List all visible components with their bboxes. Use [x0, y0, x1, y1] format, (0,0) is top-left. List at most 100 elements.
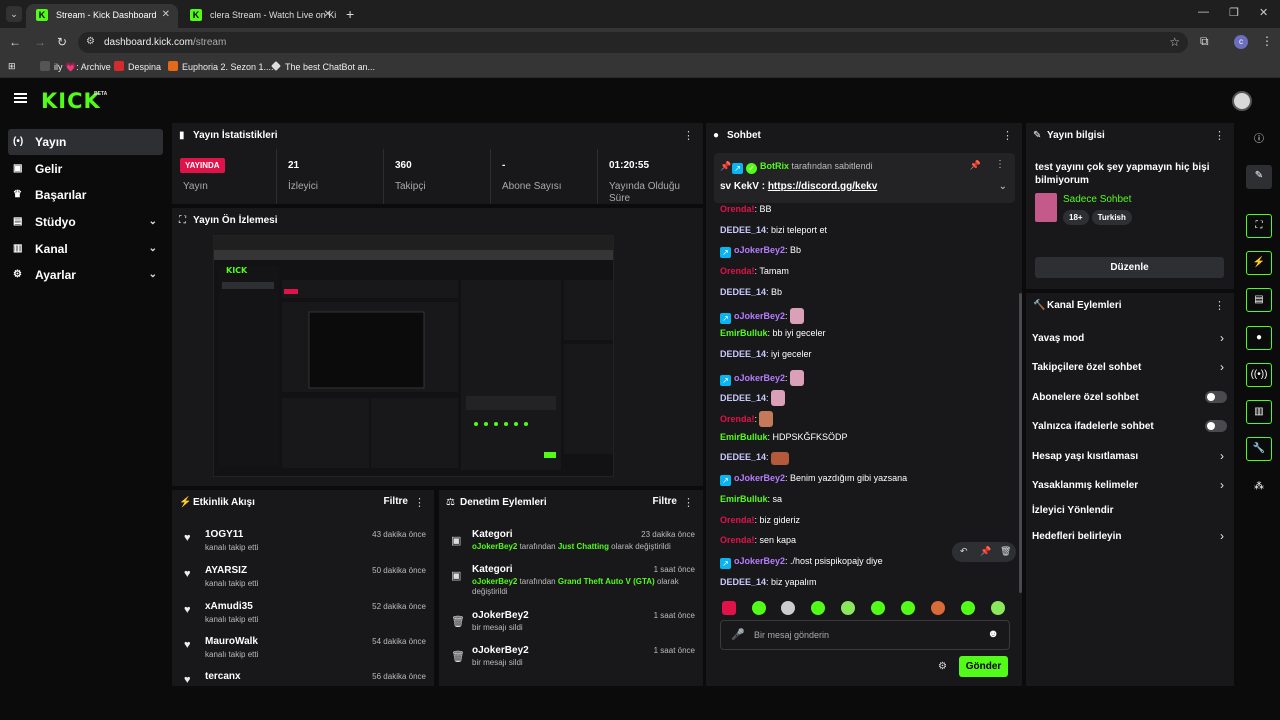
action-set-goals[interactable]: Hedefleri belirleyin ›	[1026, 525, 1234, 551]
pin-icon[interactable]: 📌	[980, 546, 991, 557]
pinned-link[interactable]: https://discord.gg/kekv	[768, 181, 877, 192]
apps-tool-icon[interactable]: ⁂	[1246, 476, 1272, 500]
bookmark-chatbot[interactable]: The best ChatBot an...	[271, 61, 375, 72]
category-link[interactable]: Sadece Sohbet	[1063, 194, 1131, 205]
chat-username[interactable]: DEDEE_14	[720, 452, 766, 462]
emote-icon[interactable]	[722, 601, 736, 615]
chat-username[interactable]: DEDEE_14	[720, 393, 766, 403]
activity-filter-button[interactable]: Filtre	[384, 496, 408, 507]
apps-grid-icon[interactable]: ⊞	[8, 61, 16, 72]
kick-logo[interactable]: KICK	[41, 89, 101, 113]
preview-tool-icon[interactable]: ⛶	[1246, 214, 1272, 238]
action-followers-only[interactable]: Takipçilere özel sohbet ›	[1026, 356, 1234, 382]
bookmark-star-icon[interactable]: ☆	[1169, 35, 1180, 49]
action-slow-mode[interactable]: Yavaş mod ›	[1026, 327, 1234, 353]
wrench-tool-icon[interactable]: 🔧	[1246, 437, 1272, 461]
info-icon[interactable]: ⓘ	[1246, 129, 1272, 153]
reload-icon[interactable]: ↻	[57, 35, 67, 49]
emoji-icon[interactable]: ☻	[987, 628, 999, 640]
chat-message[interactable]: EmirBulluk: bb iyi geceler	[720, 328, 826, 338]
subscribers-only-toggle[interactable]	[1205, 391, 1227, 403]
chat-username[interactable]: DEDEE_14	[720, 349, 766, 359]
action-host-viewers[interactable]: İzleyici Yönlendir	[1026, 499, 1234, 525]
microphone-icon[interactable]: 🎤	[731, 628, 745, 641]
action-account-age[interactable]: Hesap yaşı kısıtlaması ›	[1026, 445, 1234, 471]
close-window-icon[interactable]: ✕	[1259, 6, 1268, 19]
chat-message[interactable]: ↗ oJokerBey2: Benim yazdığım gibi yazsana	[720, 473, 907, 487]
chat-username[interactable]: EmirBulluk	[720, 328, 768, 338]
chat-settings-gear-icon[interactable]: ⚙	[938, 661, 947, 672]
chat-username[interactable]: DEDEE_14	[720, 225, 766, 235]
url-input[interactable]: ⚙ dashboard.kick.com/stream ☆	[78, 32, 1188, 53]
bookmark-despina[interactable]: Despina	[114, 61, 161, 72]
chat-tool-icon[interactable]: ●	[1246, 326, 1272, 350]
send-button[interactable]: Gönder	[959, 656, 1008, 677]
chat-scrollbar[interactable]	[1019, 293, 1022, 593]
chat-username[interactable]: EmirBulluk	[720, 432, 768, 442]
chat-username[interactable]: oJokerBey2	[734, 373, 785, 383]
activity-tool-icon[interactable]: ⚡	[1246, 251, 1272, 275]
unpin-icon[interactable]: 📌	[970, 160, 981, 171]
chat-message[interactable]: ↗ oJokerBey2:	[720, 369, 804, 386]
action-banned-words[interactable]: Yasaklanmış kelimeler ›	[1026, 474, 1234, 500]
browser-tab-dashboard[interactable]: K Stream - Kick Dashboard ✕	[26, 4, 178, 28]
more-options-icon[interactable]: ⋮	[1214, 299, 1225, 312]
notes-tool-icon[interactable]: ▤	[1246, 288, 1272, 312]
browser-tab-watch[interactable]: K clera Stream - Watch Live on Ki ✕	[180, 4, 340, 28]
site-info-icon[interactable]: ⚙	[86, 36, 95, 47]
more-options-icon[interactable]: ⋮	[683, 496, 694, 509]
chat-message[interactable]: EmirBulluk: HDPSKĞFKSÖDP	[720, 432, 848, 442]
close-tab-icon[interactable]: ✕	[324, 4, 332, 26]
extensions-icon[interactable]: ⧉	[1200, 34, 1209, 49]
emote-icon[interactable]	[901, 601, 915, 615]
layout-tool-icon[interactable]: ▥	[1246, 400, 1272, 424]
sidebar-item-studyo[interactable]: ▤ Stüdyo ⌄	[8, 209, 163, 235]
moderation-filter-button[interactable]: Filtre	[653, 496, 677, 507]
minimize-icon[interactable]: —	[1198, 6, 1209, 18]
chat-message[interactable]: DEDEE_14: biz yapalım	[720, 577, 817, 587]
emote-icon[interactable]	[781, 601, 795, 615]
chat-username[interactable]: oJokerBey2	[734, 473, 785, 483]
hamburger-menu-icon[interactable]	[14, 93, 27, 103]
emote-icon[interactable]	[991, 601, 1005, 615]
chat-message[interactable]: DEDEE_14: Bb	[720, 287, 782, 297]
chat-username[interactable]: oJokerBey2	[734, 556, 785, 566]
sidebar-item-basarilar[interactable]: ♛ Başarılar	[8, 182, 163, 208]
sidebar-item-gelir[interactable]: ▣ Gelir	[8, 156, 163, 182]
chat-message[interactable]: Orenda!:	[720, 411, 774, 427]
maximize-icon[interactable]: ❐	[1229, 6, 1239, 19]
chat-username[interactable]: Orenda!	[720, 266, 755, 276]
forward-icon[interactable]: →	[34, 35, 46, 49]
chat-username[interactable]: Orenda!	[720, 204, 755, 214]
emotes-only-toggle[interactable]	[1205, 420, 1227, 432]
user-avatar[interactable]	[1232, 91, 1252, 111]
broadcast-tool-icon[interactable]: ((•))	[1246, 363, 1272, 387]
emote-icon[interactable]	[871, 601, 885, 615]
emote-icon[interactable]	[752, 601, 766, 615]
reply-icon[interactable]: ↶	[960, 546, 968, 557]
chat-username[interactable]: DEDEE_14	[720, 577, 766, 587]
chat-message[interactable]: DEDEE_14:	[720, 452, 789, 466]
chat-username[interactable]: oJokerBey2	[734, 311, 785, 321]
emote-icon[interactable]	[931, 601, 945, 615]
chat-input[interactable]: 🎤 Bir mesaj gönderin ☻	[720, 620, 1010, 650]
chat-username[interactable]: EmirBulluk	[720, 494, 768, 504]
sidebar-item-kanal[interactable]: ▥ Kanal ⌄	[8, 236, 163, 262]
browser-menu-icon[interactable]: ⋮	[1261, 34, 1273, 48]
more-options-icon[interactable]: ⋮	[1214, 129, 1225, 142]
chat-username[interactable]: Orenda!	[720, 535, 755, 545]
edit-info-icon[interactable]: ✎	[1246, 165, 1272, 189]
more-options-icon[interactable]: ⋮	[1002, 129, 1013, 142]
chat-message[interactable]: DEDEE_14:	[720, 390, 785, 407]
edit-button[interactable]: Düzenle	[1035, 257, 1224, 278]
sidebar-item-yayin[interactable]: (•) Yayın	[8, 129, 163, 155]
emote-icon[interactable]	[961, 601, 975, 615]
emote-icon[interactable]	[841, 601, 855, 615]
chat-message[interactable]: DEDEE_14: bizi teleport et	[720, 225, 827, 235]
bookmark-euphoria[interactable]: Euphoria 2. Sezon 1....	[168, 61, 274, 72]
chat-username[interactable]: Orenda!	[720, 414, 755, 424]
chat-username[interactable]: oJokerBey2	[734, 245, 785, 255]
back-icon[interactable]: ←	[9, 35, 21, 49]
close-tab-icon[interactable]: ✕	[162, 4, 170, 26]
chat-message[interactable]: Orenda!: sen kapa	[720, 535, 796, 545]
